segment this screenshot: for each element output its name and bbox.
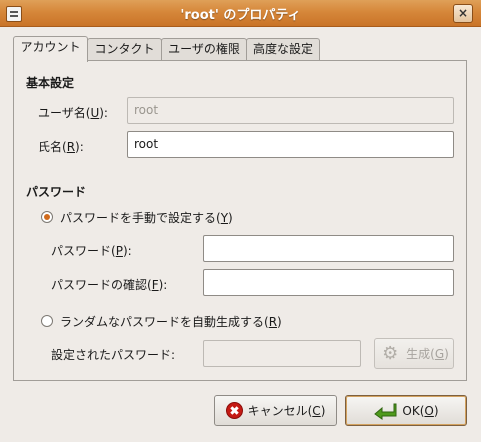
title-bar: 'root' のプロパティ × [0,0,481,27]
close-icon: × [457,6,469,20]
generate-label: 生成(G) [406,347,449,361]
window-title: 'root' のプロパティ [180,8,301,23]
ok-button[interactable]: OK(O) [345,395,467,426]
fullname-field[interactable]: root [127,131,454,158]
tab-contact[interactable]: コンタクト [87,38,162,60]
generated-password-field [203,340,361,367]
manual-password-label[interactable]: パスワードを手動で設定する(Y) [60,209,233,226]
tab-user-privileges-label: ユーザの権限 [168,42,240,56]
generated-password-label: 設定されたパスワード: [51,348,176,362]
close-button[interactable]: × [453,4,473,23]
manual-password-radio[interactable] [41,211,53,223]
fullname-label: 氏名(R): [38,140,84,154]
gear-icon: ⚙ [382,342,399,364]
password-label: パスワード(P): [51,244,132,258]
tab-user-privileges[interactable]: ユーザの権限 [161,38,247,60]
cancel-button[interactable]: キャンセル(C) [214,395,337,426]
ok-arrow-icon [374,403,397,420]
username-field: root [127,97,454,124]
cancel-label: キャンセル(C) [247,404,326,418]
confirm-password-input[interactable] [203,269,454,296]
tab-account[interactable]: アカウント [13,36,88,62]
ok-label: OK(O) [402,403,439,418]
tab-account-label: アカウント [20,40,81,54]
random-password-radio[interactable] [41,315,53,327]
username-label: ユーザ名(U): [38,106,108,120]
password-input[interactable] [203,235,454,262]
tab-advanced-label: 高度な設定 [252,42,313,56]
tab-contact-label: コンタクト [94,42,155,56]
password-heading: パスワード [26,185,87,199]
basic-settings-heading: 基本設定 [26,76,75,90]
generate-button: ⚙ 生成(G) [374,338,454,369]
cancel-icon [225,402,243,419]
random-password-label[interactable]: ランダムなパスワードを自動生成する(R) [60,313,282,330]
confirm-password-label: パスワードの確認(F): [51,278,168,292]
account-panel: 基本設定 ユーザ名(U): root 氏名(R): root パスワード パスワ… [13,60,467,381]
tab-advanced[interactable]: 高度な設定 [246,38,320,60]
